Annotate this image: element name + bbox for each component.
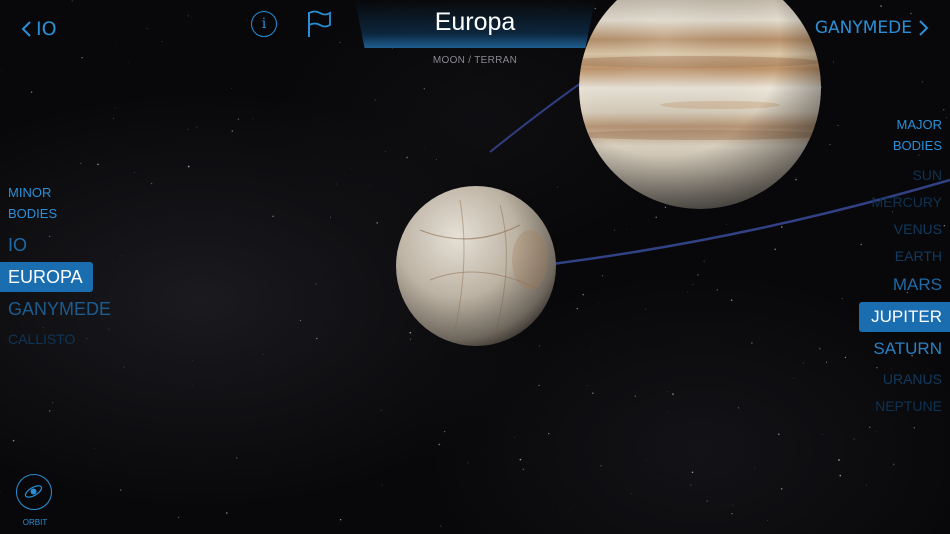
major-body-mars[interactable]: MARS	[893, 270, 950, 300]
planet-scene	[396, 0, 950, 346]
major-body-sun[interactable]: SUN	[912, 160, 950, 190]
major-body-jupiter[interactable]: JUPITER	[859, 302, 950, 332]
major-body-venus[interactable]: VENUS	[894, 214, 950, 244]
europa-moon	[396, 186, 556, 346]
orbit-button[interactable]	[16, 474, 52, 510]
page-title: Europa	[434, 8, 516, 36]
body-classification: MOON / TERRAN	[432, 55, 518, 66]
minor-body-ganymede[interactable]: GANYMEDE	[0, 294, 111, 324]
next-moon-label: GANYMEDE	[814, 18, 912, 38]
minor-bodies-heading-line2: BODIES	[8, 206, 58, 221]
previous-moon-label: IO	[36, 18, 57, 40]
minor-body-callisto[interactable]: CALLISTO	[0, 324, 75, 354]
next-moon-button[interactable]: GANYMEDE	[815, 18, 930, 38]
major-bodies-heading: MAJOR BODIES	[893, 114, 942, 156]
minor-bodies-heading-line1: MINOR	[8, 185, 52, 200]
minor-body-europa[interactable]: EUROPA	[0, 262, 93, 292]
major-body-mercury[interactable]: MERCURY	[871, 187, 950, 217]
major-bodies-heading-line2: BODIES	[892, 138, 942, 153]
major-bodies-heading-line1: MAJOR	[896, 117, 943, 132]
previous-moon-button[interactable]: IO	[20, 18, 57, 40]
orbit-icon	[24, 485, 43, 498]
jupiter-planet	[579, 0, 821, 209]
minor-bodies-heading: MINOR BODIES	[8, 182, 57, 224]
flag-icon[interactable]	[306, 10, 332, 38]
chevron-right-icon	[919, 20, 929, 36]
minor-body-io[interactable]: IO	[0, 230, 27, 260]
major-body-saturn[interactable]: SATURN	[873, 334, 950, 364]
info-button[interactable]: i	[251, 11, 277, 37]
info-icon: i	[261, 16, 267, 32]
major-body-earth[interactable]: EARTH	[895, 241, 950, 271]
chevron-left-icon	[21, 21, 31, 37]
major-body-neptune[interactable]: NEPTUNE	[875, 391, 950, 421]
orbit-label: ORBIT	[22, 518, 48, 527]
major-body-uranus[interactable]: URANUS	[883, 364, 950, 394]
